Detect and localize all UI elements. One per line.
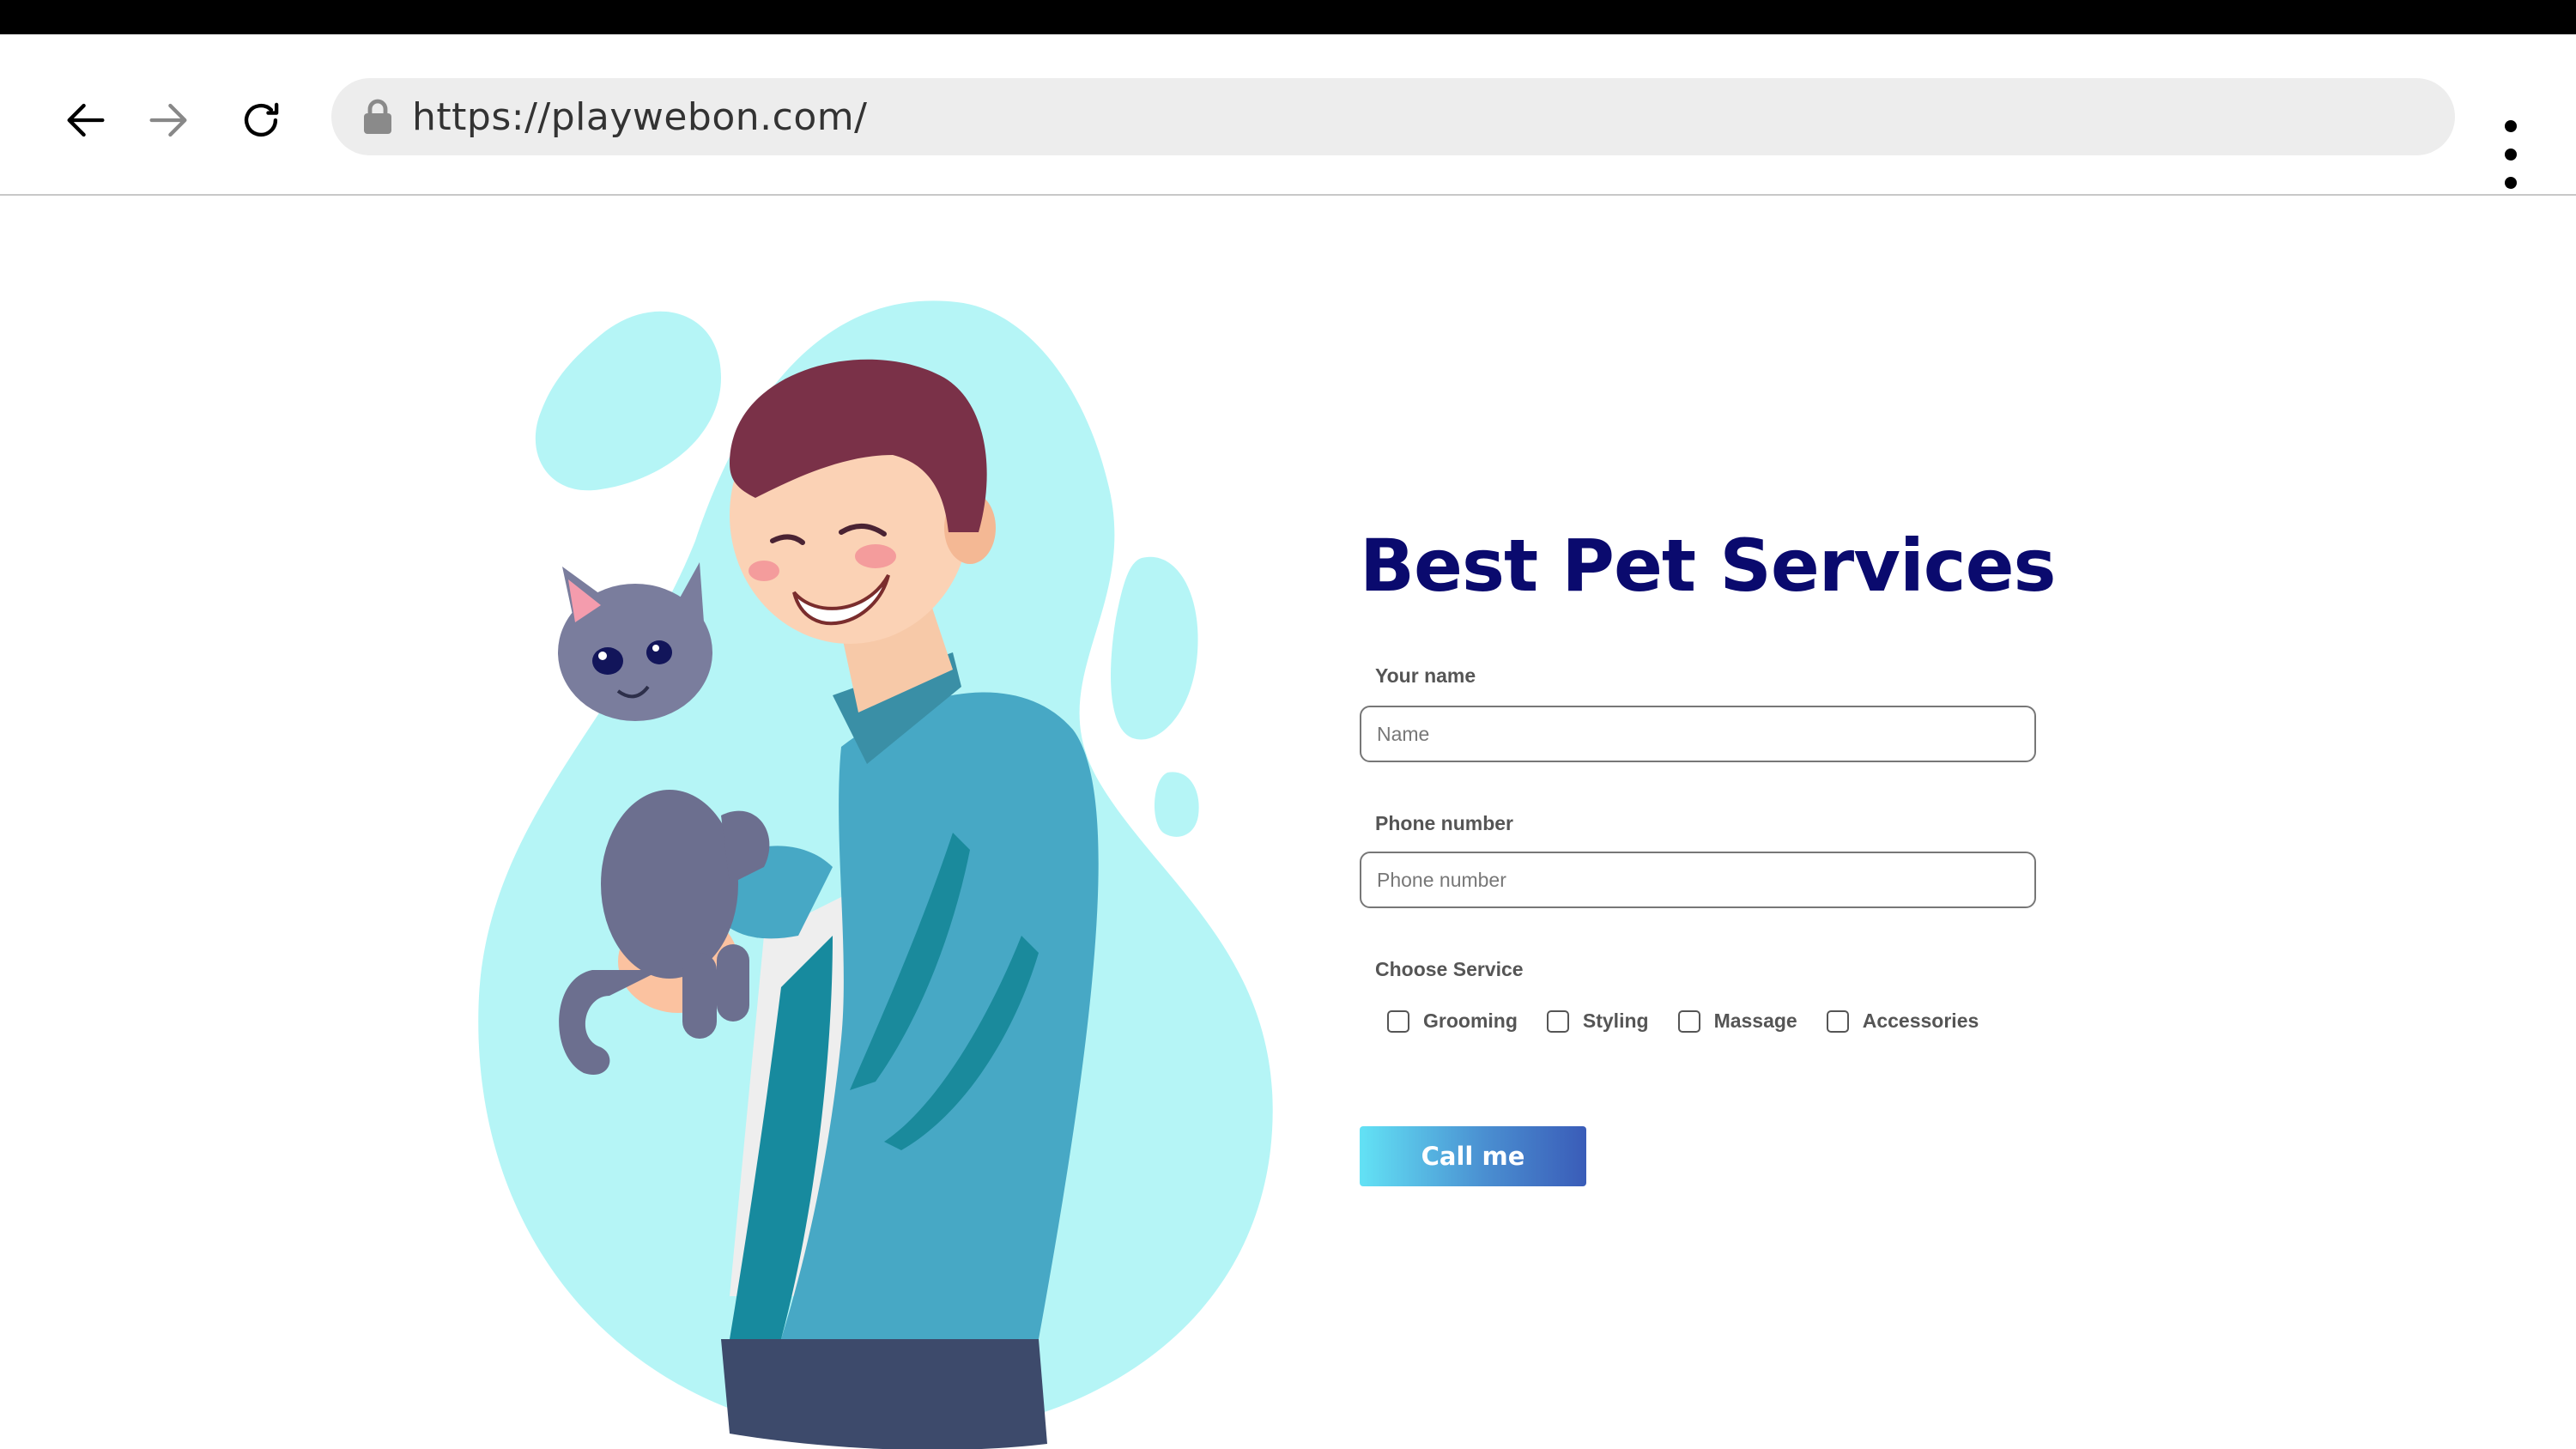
checkbox[interactable] [1677,1009,1700,1033]
checkbox[interactable] [1387,1009,1409,1033]
man-holding-cat-illustration [478,300,1273,1449]
service-option-label: Grooming [1423,1009,1518,1032]
page-title: Best Pet Services [1360,524,2057,608]
arrow-left-icon [67,103,105,137]
service-option-massage[interactable]: Massage [1677,1009,1797,1033]
service-option-label: Accessories [1862,1009,1979,1032]
service-option-grooming[interactable]: Grooming [1387,1009,1518,1033]
address-bar[interactable]: https://playwebon.com/ [331,78,2455,155]
call-me-button[interactable]: Call me [1360,1126,1586,1186]
browser-toolbar: https://playwebon.com/ [0,34,2576,196]
lock-icon [364,99,391,134]
arrow-right-icon [149,103,187,137]
forward-button[interactable] [136,88,201,153]
service-label: Choose Service [1375,958,1524,980]
service-checkbox-group: Grooming Styling Massage Accessories [1387,1009,1979,1033]
checkbox[interactable] [1826,1009,1849,1033]
service-option-label: Massage [1713,1009,1797,1032]
name-label: Your name [1375,664,1476,687]
back-button[interactable] [53,88,118,153]
browser-menu-button[interactable] [2489,120,2532,189]
service-option-label: Styling [1582,1009,1649,1032]
url-text: https://playwebon.com/ [412,94,868,139]
phone-input[interactable] [1360,852,2036,908]
phone-label: Phone number [1375,812,1514,834]
service-option-accessories[interactable]: Accessories [1826,1009,1979,1033]
vertical-dots-icon [2505,120,2517,132]
system-top-bar [0,0,2576,34]
reload-icon [244,102,279,137]
checkbox[interactable] [1546,1009,1569,1033]
name-input[interactable] [1360,706,2036,762]
reload-button[interactable] [228,88,294,153]
service-option-styling[interactable]: Styling [1546,1009,1649,1033]
